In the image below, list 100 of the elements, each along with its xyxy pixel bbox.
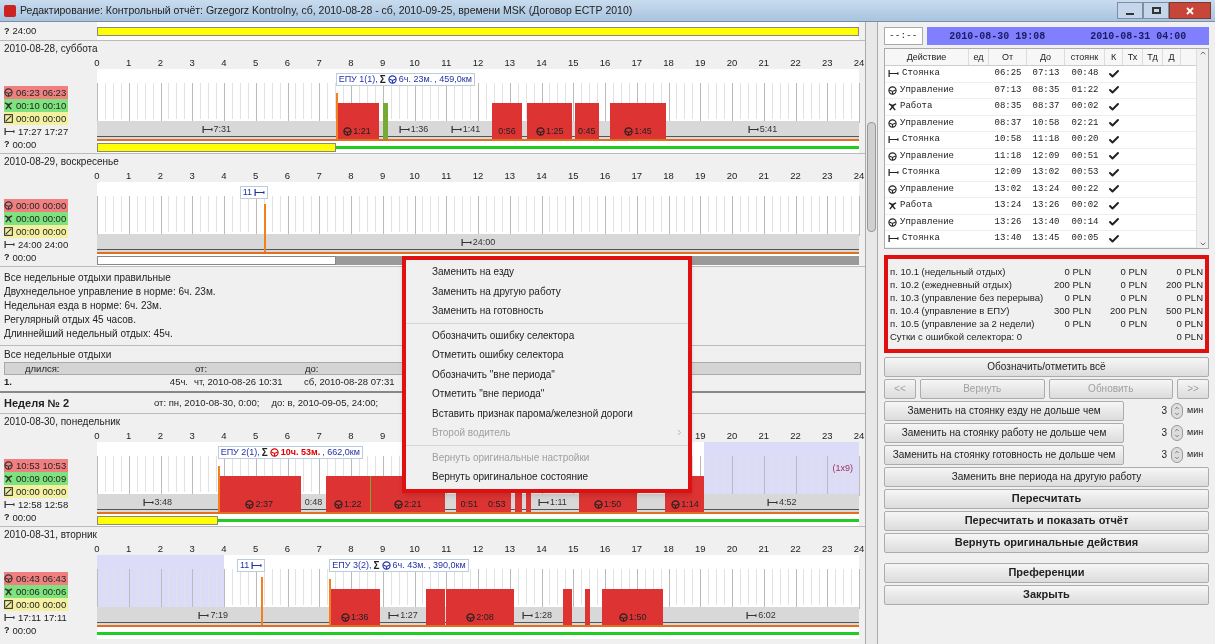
hour-label: 21 — [758, 542, 770, 555]
hour-label: 0 — [94, 56, 100, 69]
hour-label: 5 — [253, 429, 259, 442]
stat-value: 24:00 24:00 — [18, 239, 69, 250]
table-cell-text: 45ч. — [168, 375, 189, 388]
hour-label: 14 — [536, 56, 547, 69]
hour-label: 8 — [348, 542, 354, 555]
table-cell-text: 00:48 — [1070, 67, 1100, 80]
duration-label: 6:02 — [758, 610, 776, 620]
duration-label: 1:25 — [545, 127, 564, 136]
stat-value: 00:00 — [12, 512, 37, 523]
row-number: 1. — [4, 375, 13, 388]
day-title: 2010-08-30, понедельник — [3, 415, 122, 429]
table-cell-text: 00:14 — [1070, 215, 1100, 229]
hour-label: 19 — [694, 429, 706, 442]
hour-label: 9 — [380, 542, 386, 555]
penalty-label: п. 10.3 (управление без перерыва) — [890, 290, 1045, 304]
hour-label: 4 — [221, 429, 227, 442]
hour-label: 13 — [504, 169, 516, 182]
penalty-amount: 0 PLN — [1175, 316, 1203, 330]
hour-label: 0 — [94, 169, 100, 182]
hour-label: 23 — [821, 56, 833, 69]
hour-label: 2 — [157, 169, 164, 182]
stat-value: 00:00 — [12, 139, 37, 150]
stat-value: 24:00 — [12, 26, 37, 36]
hour-label: 24 — [853, 169, 865, 182]
sigma-sign: Σ — [261, 447, 268, 458]
penalty-amount: 200 PLN — [1109, 303, 1147, 317]
hour-label: 18 — [663, 169, 674, 182]
table-cell-text: 10:58 — [993, 133, 1023, 146]
stat-value: 00:00 00:00 — [16, 113, 67, 124]
hour-label: 22 — [790, 429, 801, 442]
hour-label: 22 — [790, 169, 801, 182]
table-cell-text: 08:35 — [993, 100, 1023, 113]
hour-label: 23 — [821, 542, 833, 555]
hour-label: 12 — [472, 169, 484, 182]
hour-label: 11 — [441, 542, 452, 555]
hour-label: 10 — [409, 56, 420, 69]
hour-label: 3 — [189, 169, 195, 182]
penalty-label: п. 10.5 (управление за 2 недели) — [890, 316, 1036, 330]
table-cell-text: 00:53 — [1070, 166, 1100, 179]
table-cell-text: 07:13 — [1031, 67, 1061, 80]
unknown-symbol: ? — [4, 26, 10, 36]
hour-label: 15 — [567, 169, 579, 182]
stat-value: 00:00 00:00 — [16, 599, 67, 610]
hour-label: 2 — [157, 542, 164, 555]
hour-label: 21 — [758, 56, 770, 69]
period-distance: , 662,0км — [322, 448, 360, 457]
hour-label: 13 — [504, 56, 516, 69]
penalty-amount: 300 PLN — [1053, 303, 1091, 317]
period-distance: , 459,0км — [434, 75, 472, 84]
hour-label: 4 — [221, 56, 227, 69]
hour-label: 3 — [189, 429, 195, 442]
hour-label: 15 — [567, 542, 579, 555]
duration-label: 1:41 — [462, 124, 481, 134]
table-cell-text: чт, 2010-08-26 10:31 — [194, 375, 284, 388]
summary-line: Двухнедельное управление в норме: 6ч. 23м. — [4, 285, 216, 299]
hour-label: 8 — [348, 429, 354, 442]
hour-label: 5 — [253, 542, 259, 555]
week-end: до: в, 2010-09-05, 24:00; — [271, 395, 379, 410]
stat-value: 00:00 — [12, 625, 37, 636]
table-cell-text: 08:37 — [993, 116, 1023, 130]
duration-label: 0:56 — [498, 127, 516, 136]
table-cell-text: 00:20 — [1070, 133, 1100, 146]
period-name: ЕПУ 1(1), — [338, 75, 378, 84]
unit-label: мин — [1187, 447, 1205, 461]
hour-label: 20 — [726, 56, 738, 69]
range-end: 2010-08-31 04:00 — [1090, 29, 1187, 44]
unknown-symbol: ? — [4, 513, 10, 522]
hour-label: 8 — [348, 56, 354, 69]
window-title: Редактирование: Контрольный отчёт: Grzegorz Kontrolny, сб, 2010-08-28 - сб, 2010-09-25, времени MSK (Договор ЕСТР 2010) — [20, 2, 633, 18]
week-title: Неделя № 2 — [4, 395, 71, 411]
table-cell-text: 11:18 — [1031, 133, 1061, 146]
day-title: 2010-08-28, суббота — [3, 42, 99, 56]
hour-label: 6 — [284, 169, 291, 182]
duration-label: 3:48 — [154, 497, 173, 507]
hour-label: 17 — [631, 56, 643, 69]
stat-value: 06:43 06:43 — [16, 573, 67, 584]
table-cell-text: 13:26 — [993, 215, 1023, 229]
table-cell-text: 00:02 — [1070, 199, 1100, 212]
hour-label: 17 — [631, 169, 643, 182]
stat-value: 06:23 06:23 — [16, 87, 67, 98]
unit-label: мин — [1187, 425, 1205, 439]
hour-label: 3 — [189, 56, 195, 69]
time-field: --:-- — [884, 27, 923, 45]
hour-label: 11 — [441, 169, 452, 182]
summary-line: Все недельные отдыхи правильные — [4, 271, 171, 285]
stat-value: 00:00 00:00 — [16, 213, 67, 224]
table-cell-text: 00:05 — [1070, 232, 1100, 245]
hour-label: 24 — [853, 56, 865, 69]
table-cell-text: 00:02 — [1070, 100, 1100, 113]
hour-label: 23 — [821, 169, 833, 182]
stat-value: 10:53 10:53 — [16, 460, 67, 471]
duration-label: 1:27 — [400, 610, 418, 620]
table-cell-text: сб, 2010-08-28 07:31 — [304, 375, 396, 388]
stat-value: 00:00 00:00 — [16, 200, 67, 211]
stat-value: 17:11 17:11 — [18, 612, 67, 623]
hour-label: 14 — [536, 542, 547, 555]
hour-label: 4 — [221, 542, 227, 555]
unknown-symbol: ? — [4, 626, 10, 635]
